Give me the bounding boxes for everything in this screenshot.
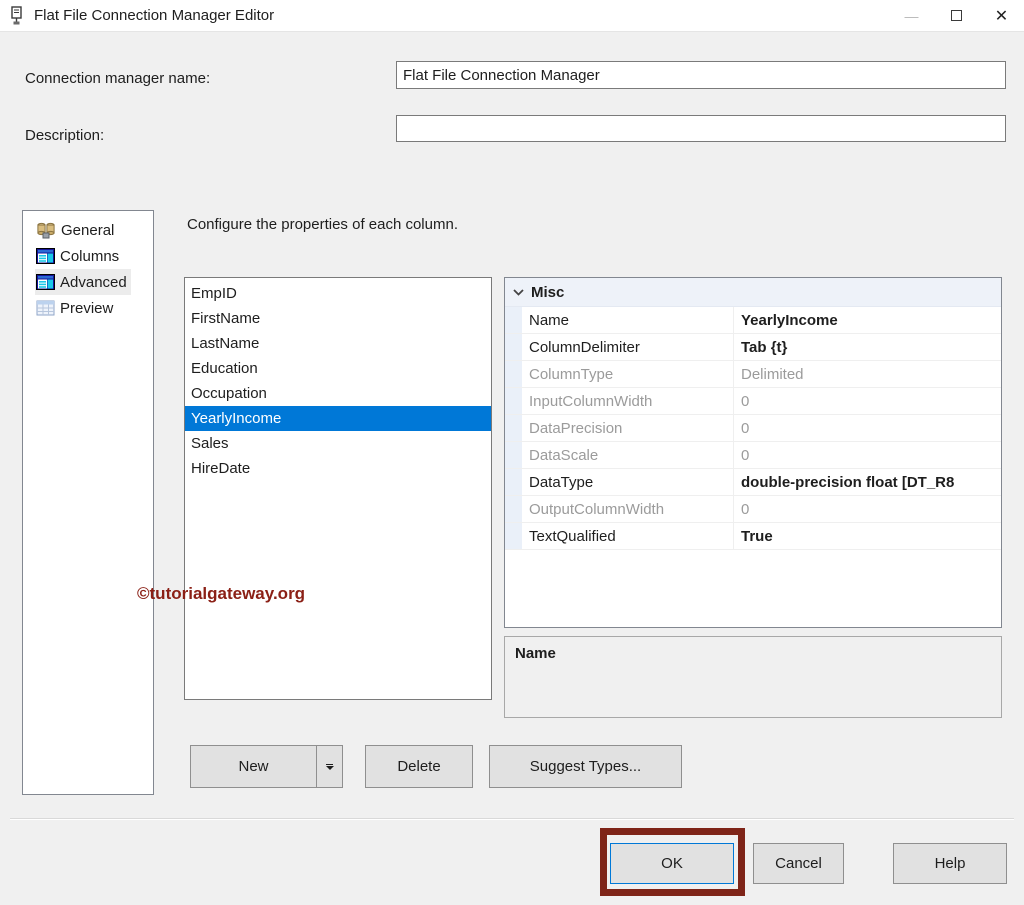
sidebar-item-advanced[interactable]: Advanced xyxy=(35,269,131,295)
new-dropdown-button[interactable] xyxy=(316,745,343,788)
pages-sidebar: General Columns Advanced xyxy=(22,210,154,795)
delete-button[interactable]: Delete xyxy=(365,745,473,788)
preview-icon xyxy=(36,300,55,316)
property-description-title: Name xyxy=(515,645,1001,662)
new-button[interactable]: New xyxy=(190,745,317,788)
property-value: Delimited xyxy=(734,361,1001,387)
grid-indent xyxy=(505,361,522,387)
grid-indent xyxy=(505,523,522,549)
property-description-panel: Name xyxy=(504,636,1002,718)
sidebar-item-label: Preview xyxy=(60,300,113,317)
ok-button[interactable]: OK xyxy=(610,843,734,884)
property-value[interactable]: double-precision float [DT_R8 xyxy=(734,469,1001,495)
property-category-misc[interactable]: Misc xyxy=(505,278,1001,307)
sidebar-item-columns[interactable]: Columns xyxy=(35,243,123,269)
footer-separator xyxy=(10,818,1014,820)
title-bar: Flat File Connection Manager Editor — ✕ xyxy=(0,0,1024,32)
description-label: Description: xyxy=(25,127,104,144)
advanced-icon xyxy=(36,274,55,290)
property-value[interactable]: YearlyIncome xyxy=(734,307,1001,333)
split-arrow-icon xyxy=(326,766,334,770)
sidebar-item-label: Advanced xyxy=(60,274,127,291)
property-value[interactable]: Tab {t} xyxy=(734,334,1001,360)
window-title: Flat File Connection Manager Editor xyxy=(34,7,274,24)
grid-indent xyxy=(505,307,522,333)
list-item[interactable]: Education xyxy=(185,356,491,381)
property-label: OutputColumnWidth xyxy=(522,496,734,522)
property-label: DataPrecision xyxy=(522,415,734,441)
property-label: DataScale xyxy=(522,442,734,468)
maximize-button[interactable] xyxy=(934,0,979,31)
list-item[interactable]: Sales xyxy=(185,431,491,456)
property-grid: Misc Name YearlyIncome ColumnDelimiter T… xyxy=(504,277,1002,628)
maximize-icon xyxy=(951,10,962,21)
app-icon xyxy=(8,6,26,26)
list-item[interactable]: EmpID xyxy=(185,281,491,306)
connection-manager-name-label: Connection manager name: xyxy=(25,70,210,87)
grid-indent xyxy=(505,469,522,495)
sidebar-item-label: Columns xyxy=(60,248,119,265)
property-value[interactable]: True xyxy=(734,523,1001,549)
minimize-button[interactable]: — xyxy=(889,0,934,31)
column-listbox[interactable]: EmpID FirstName LastName Education Occup… xyxy=(184,277,492,700)
property-row-datascale[interactable]: DataScale 0 xyxy=(505,442,1001,469)
sidebar-item-preview[interactable]: Preview xyxy=(35,295,117,321)
property-value: 0 xyxy=(734,496,1001,522)
property-row-inputcolumnwidth[interactable]: InputColumnWidth 0 xyxy=(505,388,1001,415)
property-label: DataType xyxy=(522,469,734,495)
property-label: ColumnDelimiter xyxy=(522,334,734,360)
property-value: 0 xyxy=(734,388,1001,414)
property-row-outputcolumnwidth[interactable]: OutputColumnWidth 0 xyxy=(505,496,1001,523)
list-item[interactable]: FirstName xyxy=(185,306,491,331)
property-label: Name xyxy=(522,307,734,333)
property-row-columndelimiter[interactable]: ColumnDelimiter Tab {t} xyxy=(505,334,1001,361)
columns-icon xyxy=(36,248,55,264)
property-row-name[interactable]: Name YearlyIncome xyxy=(505,307,1001,334)
close-button[interactable]: ✕ xyxy=(979,0,1024,31)
list-item[interactable]: LastName xyxy=(185,331,491,356)
cancel-button[interactable]: Cancel xyxy=(753,843,844,884)
property-row-textqualified[interactable]: TextQualified True xyxy=(505,523,1001,550)
list-item[interactable]: HireDate xyxy=(185,456,491,481)
property-label: TextQualified xyxy=(522,523,734,549)
grid-indent xyxy=(505,388,522,414)
grid-indent xyxy=(505,442,522,468)
property-label: ColumnType xyxy=(522,361,734,387)
connection-icon xyxy=(36,222,56,239)
property-label: InputColumnWidth xyxy=(522,388,734,414)
property-row-dataprecision[interactable]: DataPrecision 0 xyxy=(505,415,1001,442)
description-input[interactable] xyxy=(396,115,1006,142)
connection-manager-name-input[interactable] xyxy=(396,61,1006,89)
property-row-datatype[interactable]: DataType double-precision float [DT_R8 xyxy=(505,469,1001,496)
sidebar-item-label: General xyxy=(61,222,114,239)
property-value: 0 xyxy=(734,415,1001,441)
chevron-down-icon xyxy=(505,289,531,296)
property-row-columntype[interactable]: ColumnType Delimited xyxy=(505,361,1001,388)
suggest-types-button[interactable]: Suggest Types... xyxy=(489,745,682,788)
category-label: Misc xyxy=(531,284,564,301)
property-value: 0 xyxy=(734,442,1001,468)
sidebar-item-general[interactable]: General xyxy=(35,217,118,243)
list-item-selected[interactable]: YearlyIncome xyxy=(185,406,491,431)
grid-indent xyxy=(505,496,522,522)
instruction-text: Configure the properties of each column. xyxy=(187,216,458,233)
help-button[interactable]: Help xyxy=(893,843,1007,884)
list-item[interactable]: Occupation xyxy=(185,381,491,406)
split-arrow-icon xyxy=(326,764,333,765)
watermark-text: ©tutorialgateway.org xyxy=(137,584,305,604)
grid-indent xyxy=(505,334,522,360)
grid-indent xyxy=(505,415,522,441)
